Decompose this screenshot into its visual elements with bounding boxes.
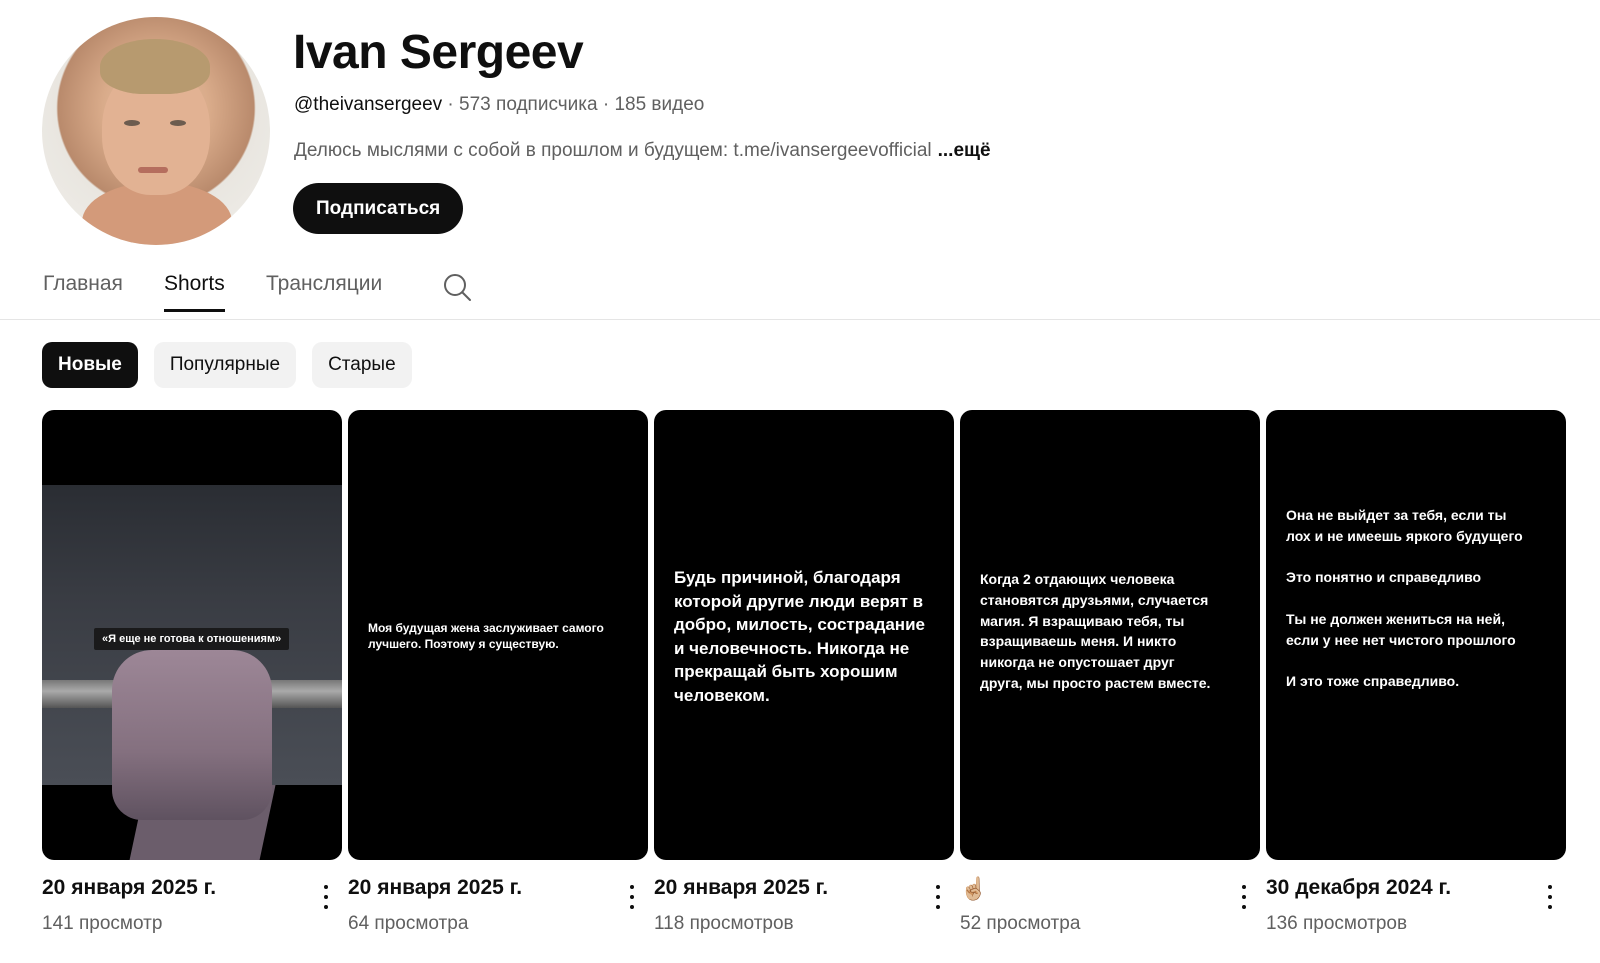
- short-thumbnail[interactable]: Будь причиной, благодаря которой другие …: [654, 410, 954, 860]
- short-thumbnail[interactable]: Когда 2 отдающих человека становятся дру…: [960, 410, 1260, 860]
- short-thumbnail[interactable]: «Я еще не готова к отношениям»: [42, 410, 342, 860]
- more-vert-icon[interactable]: [624, 882, 640, 912]
- more-vert-icon[interactable]: [930, 882, 946, 912]
- channel-meta: @theivansergeev · 573 подписчика · 185 в…: [294, 94, 704, 116]
- chip-popular[interactable]: Популярные: [153, 342, 297, 388]
- short-views: 64 просмотра: [348, 913, 469, 934]
- short-card[interactable]: Когда 2 отдающих человека становятся дру…: [960, 410, 1260, 940]
- short-info: 20 января 2025 г. 64 просмотра: [348, 860, 648, 940]
- subscribe-button[interactable]: Подписаться: [293, 183, 464, 234]
- more-vert-icon[interactable]: [1542, 882, 1558, 912]
- tab-live[interactable]: Трансляции: [266, 272, 382, 312]
- short-info: 20 января 2025 г. 141 просмотр: [42, 860, 342, 940]
- short-info: 30 декабря 2024 г. 136 просмотров: [1266, 860, 1566, 940]
- more-vert-icon[interactable]: [318, 882, 334, 912]
- more-vert-icon[interactable]: [1236, 882, 1252, 912]
- short-title[interactable]: 20 января 2025 г.: [348, 876, 522, 900]
- channel-header: Ivan Sergeev @theivansergeev · 573 подпи…: [0, 0, 1600, 260]
- avatar-eye-left: [124, 120, 140, 126]
- thumbnail-overlay-text: Моя будущая жена заслуживает самого лучш…: [368, 621, 604, 651]
- channel-tabs: Главная Shorts Трансляции: [0, 262, 1600, 320]
- description-text: Делюсь мыслями с собой в прошлом и будущ…: [294, 140, 932, 161]
- meta-separator: ·: [597, 94, 615, 115]
- short-info: 20 января 2025 г. 118 просмотров: [654, 860, 954, 940]
- channel-avatar[interactable]: [42, 17, 270, 245]
- meta-separator: ·: [442, 94, 460, 115]
- sort-chips: Новые Популярные Старые: [42, 342, 412, 388]
- shorts-grid: «Я еще не готова к отношениям» 20 января…: [42, 410, 1566, 940]
- short-title[interactable]: 30 декабря 2024 г.: [1266, 876, 1451, 900]
- tab-home[interactable]: Главная: [43, 272, 123, 312]
- short-views: 141 просмотр: [42, 913, 163, 934]
- short-card[interactable]: Она не выйдет за тебя, если ты лох и не …: [1266, 410, 1566, 940]
- thumbnail-caption: «Я еще не готова к отношениям»: [94, 628, 290, 650]
- avatar-mouth: [138, 167, 168, 173]
- chip-newest[interactable]: Новые: [42, 342, 138, 388]
- thumbnail-hand: [112, 650, 272, 820]
- short-thumbnail[interactable]: Моя будущая жена заслуживает самого лучш…: [348, 410, 648, 860]
- avatar-eye-right: [170, 120, 186, 126]
- thumbnail-overlay-text: Будь причиной, благодаря которой другие …: [674, 568, 925, 705]
- channel-handle[interactable]: @theivansergeev: [294, 94, 442, 115]
- description-more-link[interactable]: ...ещё: [938, 140, 991, 161]
- chip-oldest[interactable]: Старые: [312, 342, 412, 388]
- short-title[interactable]: 20 января 2025 г.: [654, 876, 828, 900]
- thumbnail-overlay-text: Когда 2 отдающих человека становятся дру…: [980, 571, 1211, 691]
- short-views: 52 просмотра: [960, 913, 1081, 934]
- short-views: 136 просмотров: [1266, 913, 1408, 934]
- short-card[interactable]: Будь причиной, благодаря которой другие …: [654, 410, 954, 940]
- channel-name: Ivan Sergeev: [293, 26, 584, 79]
- video-count: 185 видео: [614, 94, 705, 115]
- thumbnail-overlay-text: Она не выйдет за тебя, если ты лох и не …: [1286, 507, 1523, 690]
- short-card[interactable]: Моя будущая жена заслуживает самого лучш…: [348, 410, 648, 940]
- short-title[interactable]: 20 января 2025 г.: [42, 876, 216, 900]
- tab-shorts[interactable]: Shorts: [164, 272, 225, 312]
- short-card[interactable]: «Я еще не готова к отношениям» 20 января…: [42, 410, 342, 940]
- subscriber-count: 573 подписчика: [459, 94, 598, 115]
- channel-description[interactable]: Делюсь мыслями с собой в прошлом и будущ…: [294, 140, 991, 162]
- short-title[interactable]: ☝🏼: [960, 876, 987, 902]
- avatar-hair: [100, 39, 210, 94]
- search-icon[interactable]: [442, 272, 472, 302]
- short-thumbnail[interactable]: Она не выйдет за тебя, если ты лох и не …: [1266, 410, 1566, 860]
- short-views: 118 просмотров: [654, 913, 794, 934]
- short-info: ☝🏼 52 просмотра: [960, 860, 1260, 940]
